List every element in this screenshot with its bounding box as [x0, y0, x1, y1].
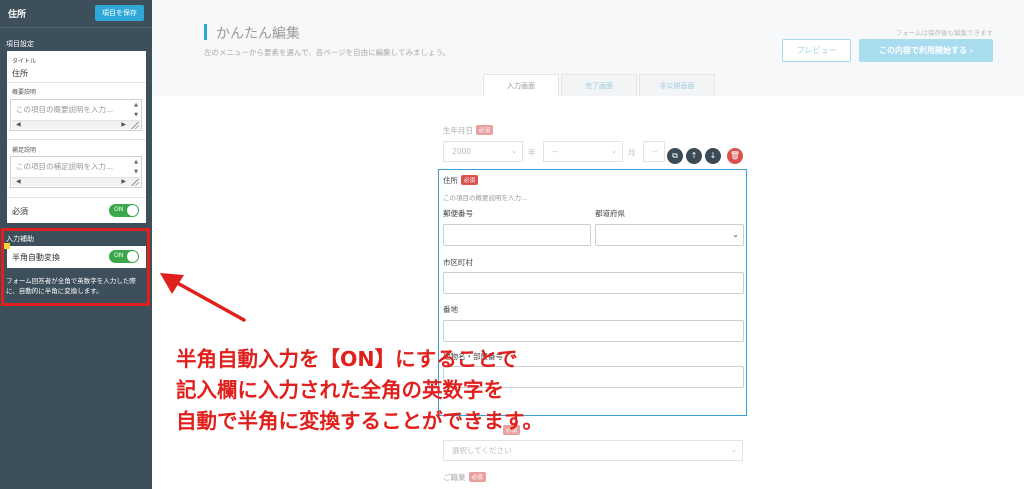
scroll-up-icon[interactable]: ▲: [134, 159, 138, 165]
street-label: 番地: [443, 305, 458, 314]
title-field-input[interactable]: 住所: [12, 68, 28, 79]
sidebar-title: 住所: [8, 10, 27, 20]
title-field-label: タイトル: [12, 58, 37, 65]
annotation-line-1: 半角自動入力を【ON】にすることで: [176, 347, 518, 371]
summary-field-label: 概要説明: [12, 89, 37, 96]
address-description: この項目の概要説明を入力...: [443, 194, 528, 202]
page-title: かんたん編集: [216, 26, 300, 42]
scroll-down-icon[interactable]: ▼: [134, 169, 138, 175]
year-unit: 年: [528, 148, 536, 157]
birthday-label-text: 生年月日: [443, 126, 473, 135]
birth-year-select[interactable]: 2000 ⌄: [443, 141, 523, 162]
required-label: 必須: [12, 207, 28, 216]
required-toggle-text: ON: [114, 206, 124, 213]
edit-note: フォームは保存後も編集できます: [895, 29, 993, 37]
birth-day-value: --: [652, 147, 658, 156]
birth-month-select[interactable]: -- ⌄: [543, 141, 623, 162]
required-toggle[interactable]: ON: [109, 204, 139, 217]
postal-input[interactable]: [443, 224, 591, 246]
scroll-down-icon[interactable]: ▼: [134, 112, 138, 118]
divider: [7, 197, 146, 198]
arrow-up-icon[interactable]: ↑: [686, 148, 702, 164]
annotation-highlight-box: [1, 228, 150, 306]
tab-input-screen[interactable]: 入力画面: [483, 74, 559, 96]
address-label-text: 住所: [443, 176, 458, 185]
note-placeholder: この項目の補足説明を入力...: [16, 162, 114, 171]
toggle-knob: [127, 205, 138, 216]
save-item-button[interactable]: 項目を保存: [95, 5, 144, 21]
start-using-button[interactable]: この内容で利用開始する ›: [859, 39, 993, 62]
note-field-label: 補足説明: [12, 147, 37, 154]
trash-icon[interactable]: 🗑: [727, 148, 743, 164]
preview-button[interactable]: プレビュー: [782, 39, 851, 62]
resize-grip-icon[interactable]: [131, 179, 139, 186]
next-field-select[interactable]: 選択してください ⌄: [443, 440, 743, 461]
scroll-left-icon[interactable]: ◀: [16, 178, 21, 185]
chevron-down-icon: ⌄: [611, 147, 617, 155]
street-input[interactable]: [443, 320, 744, 342]
birth-day-select[interactable]: --: [643, 141, 665, 162]
annotation-text: 半角自動入力を【ON】にすることで 記入欄に入力された全角の英数字を 自動で半角…: [176, 344, 543, 437]
scroll-left-icon[interactable]: ◀: [16, 121, 21, 128]
note-textarea[interactable]: この項目の補足説明を入力... ▲ ▼ ◀ ▶: [10, 156, 142, 188]
address-label: 住所 必須: [443, 175, 479, 186]
summary-textarea[interactable]: この項目の概要説明を入力... ▲ ▼ ◀ ▶: [10, 99, 142, 131]
required-badge: 必須: [468, 472, 486, 482]
birthday-label: 生年月日 必須: [443, 125, 494, 136]
sidebar: 住所 項目を保存 項目設定 タイトル 住所 概要説明 この項目の概要説明を入力.…: [0, 0, 152, 489]
birth-year-value: 2000: [452, 147, 472, 156]
prefecture-select[interactable]: ⌄: [595, 224, 744, 246]
annotation-arrow-icon: [160, 273, 246, 322]
divider: [7, 82, 146, 83]
resize-grip-icon[interactable]: [131, 122, 139, 129]
scroll-up-icon[interactable]: ▲: [134, 102, 138, 108]
prefecture-label: 都道府県: [595, 209, 625, 218]
tab-complete-screen[interactable]: 完了画面: [561, 74, 637, 96]
scroll-right-icon[interactable]: ▶: [121, 178, 126, 185]
horizontal-scrollbar[interactable]: ◀ ▶: [12, 177, 140, 186]
annotation-line-3: 自動で半角に変換することができます。: [176, 409, 543, 433]
copy-icon[interactable]: ⧉: [667, 148, 683, 164]
occupation-label: ご職業 必須: [443, 472, 486, 483]
occupation-label-text: ご職業: [443, 473, 466, 482]
page-subtitle: 左のメニューから要素を選んで、各ページを自由に編集してみましょう。: [204, 48, 450, 57]
city-input[interactable]: [443, 272, 744, 294]
chevron-down-icon: ⌄: [732, 230, 739, 239]
scroll-right-icon[interactable]: ▶: [121, 121, 126, 128]
postal-label: 郵便番号: [443, 209, 473, 218]
divider: [7, 139, 146, 140]
birth-month-value: --: [552, 147, 558, 156]
arrow-down-icon[interactable]: ↓: [705, 148, 721, 164]
annotation-line-2: 記入欄に入力された全角の英数字を: [176, 378, 504, 402]
horizontal-scrollbar[interactable]: ◀ ▶: [12, 120, 140, 129]
title-accent-bar: [204, 24, 207, 40]
required-badge: 必須: [476, 125, 494, 135]
next-field-placeholder: 選択してください: [452, 446, 512, 455]
chevron-down-icon: ⌄: [511, 147, 517, 155]
summary-placeholder: この項目の概要説明を入力...: [16, 105, 114, 114]
chevron-down-icon: ⌄: [731, 446, 737, 454]
month-unit: 月: [628, 148, 636, 157]
required-badge: 必須: [461, 175, 479, 185]
cursor-marker: [4, 243, 10, 249]
tab-private-screen[interactable]: 非公開画面: [639, 74, 715, 96]
section-heading-settings: 項目設定: [6, 40, 34, 48]
settings-card: タイトル 住所 概要説明 この項目の概要説明を入力... ▲ ▼ ◀ ▶ 補足説…: [7, 51, 146, 223]
sidebar-header: 住所 項目を保存: [0, 0, 152, 28]
main-header: かんたん編集 左のメニューから要素を選んで、各ページを自由に編集してみましょう。…: [152, 0, 1024, 96]
city-label: 市区町村: [443, 258, 473, 267]
